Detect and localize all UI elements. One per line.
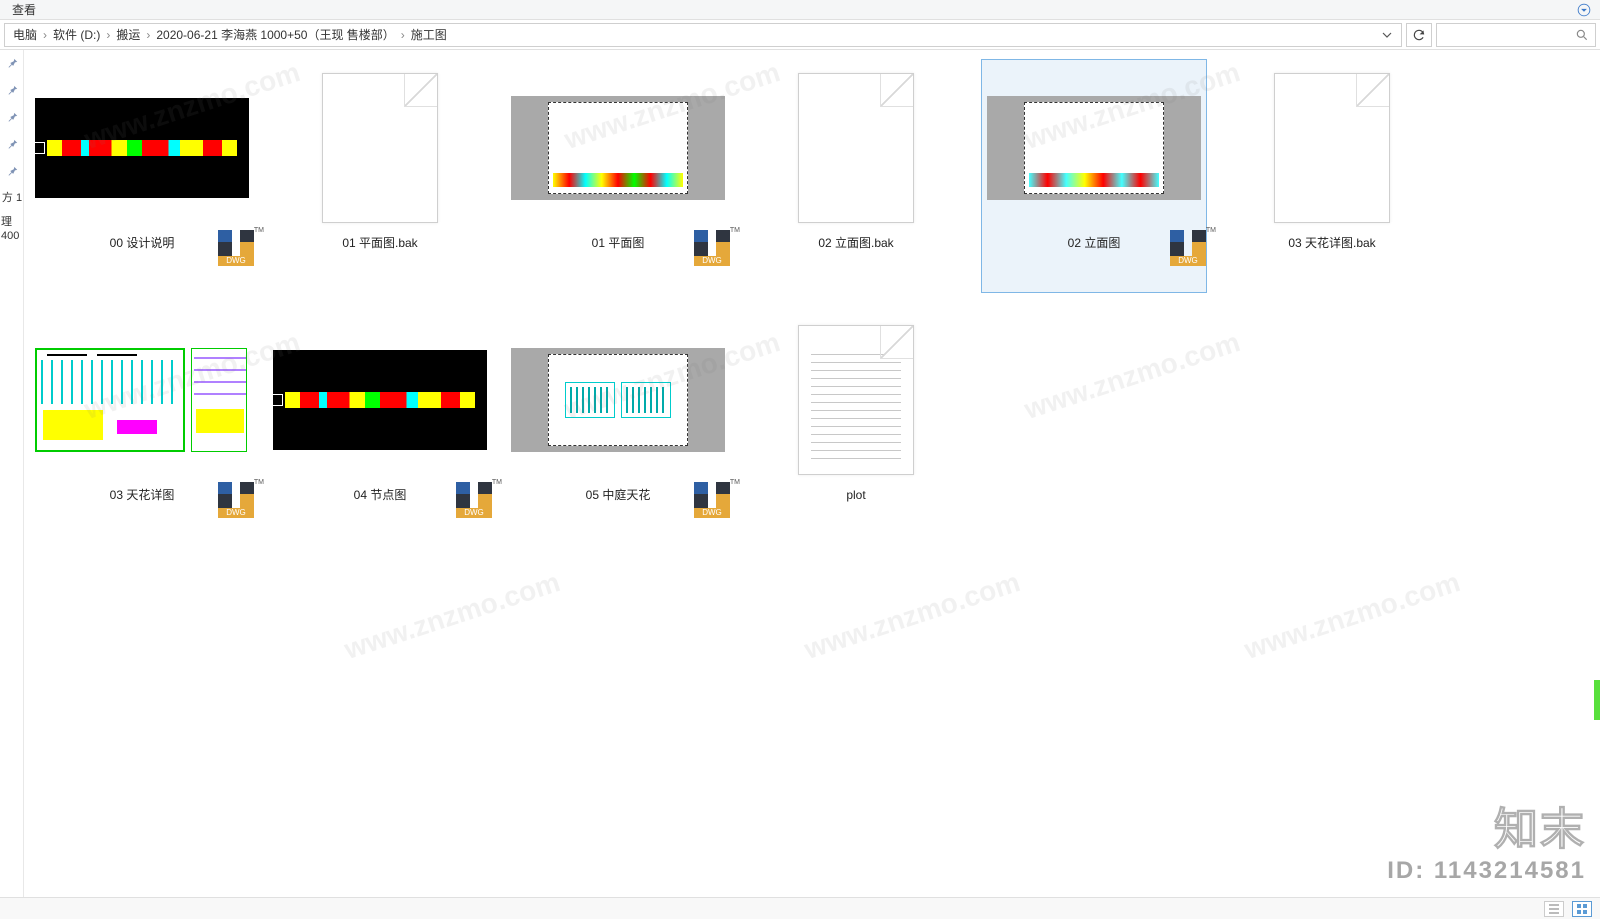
- menu-item-view[interactable]: 查看: [6, 0, 42, 20]
- file-label: 04 节点图: [354, 482, 407, 502]
- pin-icon[interactable]: [5, 83, 19, 100]
- crumb-3[interactable]: 2020-06-21 李海燕 1000+50（王现 售楼部）: [152, 24, 398, 45]
- file-item[interactable]: 02 立面图.bak: [744, 60, 968, 292]
- sidebar-truncated-label: 理 400: [0, 215, 23, 243]
- crumb-0[interactable]: 电脑: [9, 24, 41, 45]
- sidebar-truncated-label: 方 1: [1, 191, 22, 205]
- search-input[interactable]: [1436, 23, 1596, 47]
- breadcrumb-history-dropdown[interactable]: [1377, 30, 1397, 40]
- file-thumbnail: [511, 348, 725, 452]
- refresh-button[interactable]: [1406, 23, 1432, 47]
- help-button[interactable]: [1574, 2, 1594, 18]
- file-item[interactable]: DWGTM 02 立面图: [982, 60, 1206, 292]
- file-item[interactable]: DWGTM 00 设计说明: [30, 60, 254, 292]
- chevron-down-icon: [1382, 30, 1392, 40]
- dwg-badge-icon: DWGTM: [218, 482, 254, 518]
- chevron-right-icon: ›: [399, 28, 407, 42]
- file-thumbnail: [273, 350, 487, 450]
- file-thumbnail: [322, 73, 438, 223]
- file-item[interactable]: DWGTM 04 节点图: [268, 312, 492, 544]
- file-grid: DWGTM 00 设计说明 01 平面图.bak DWGTM 01 平面图 02…: [24, 50, 1600, 897]
- file-label: 02 立面图: [1068, 230, 1121, 250]
- pin-icon[interactable]: [5, 56, 19, 73]
- crumb-1[interactable]: 软件 (D:): [49, 24, 104, 45]
- scrollbar-thumb[interactable]: [1594, 680, 1600, 720]
- file-label: 03 天花详图.bak: [1288, 230, 1375, 250]
- refresh-icon: [1412, 28, 1426, 42]
- dwg-badge-icon: DWGTM: [218, 230, 254, 266]
- view-large-icons-button[interactable]: [1572, 901, 1592, 917]
- file-item[interactable]: 01 平面图.bak: [268, 60, 492, 292]
- file-thumbnail: [987, 96, 1201, 200]
- nav-sidebar-collapsed: 方 1 理 400: [0, 50, 24, 897]
- file-thumbnail: [798, 325, 914, 475]
- dwg-badge-icon: DWGTM: [694, 482, 730, 518]
- file-label: 05 中庭天花: [586, 482, 651, 502]
- view-details-button[interactable]: [1544, 901, 1564, 917]
- search-icon: [1575, 28, 1589, 42]
- file-label: 00 设计说明: [110, 230, 175, 250]
- file-item[interactable]: DWGTM 03 天花详图: [30, 312, 254, 544]
- file-label: 01 平面图.bak: [342, 230, 417, 250]
- file-label: 01 平面图: [592, 230, 645, 250]
- status-bar: [0, 897, 1600, 919]
- dwg-badge-icon: DWGTM: [694, 230, 730, 266]
- chevron-right-icon: ›: [41, 28, 49, 42]
- file-thumbnail: [35, 98, 249, 198]
- address-bar: 电脑› 软件 (D:)› 搬运› 2020-06-21 李海燕 1000+50（…: [0, 20, 1600, 50]
- file-label: 02 立面图.bak: [818, 230, 893, 250]
- pin-icon[interactable]: [5, 164, 19, 181]
- crumb-2[interactable]: 搬运: [112, 24, 144, 45]
- file-thumbnail: [798, 73, 914, 223]
- file-item[interactable]: 03 天花详图.bak: [1220, 60, 1444, 292]
- chevron-right-icon: ›: [104, 28, 112, 42]
- list-view-icon: [1548, 903, 1560, 915]
- file-label: 03 天花详图: [110, 482, 175, 502]
- dwg-badge-icon: DWGTM: [1170, 230, 1206, 266]
- file-thumbnail: [1274, 73, 1390, 223]
- file-thumbnail: [511, 96, 725, 200]
- help-chevron-icon: [1577, 3, 1591, 17]
- breadcrumb[interactable]: 电脑› 软件 (D:)› 搬运› 2020-06-21 李海燕 1000+50（…: [4, 23, 1402, 47]
- pin-icon[interactable]: [5, 110, 19, 127]
- grid-view-icon: [1576, 903, 1588, 915]
- file-label: plot: [846, 482, 865, 502]
- dwg-badge-icon: DWGTM: [456, 482, 492, 518]
- chevron-right-icon: ›: [144, 28, 152, 42]
- crumb-4[interactable]: 施工图: [407, 24, 451, 45]
- pin-icon[interactable]: [5, 137, 19, 154]
- file-item[interactable]: DWGTM 01 平面图: [506, 60, 730, 292]
- file-item[interactable]: plot: [744, 312, 968, 544]
- file-item[interactable]: DWGTM 05 中庭天花: [506, 312, 730, 544]
- file-thumbnail: [35, 348, 249, 452]
- menu-bar: 查看: [0, 0, 1600, 20]
